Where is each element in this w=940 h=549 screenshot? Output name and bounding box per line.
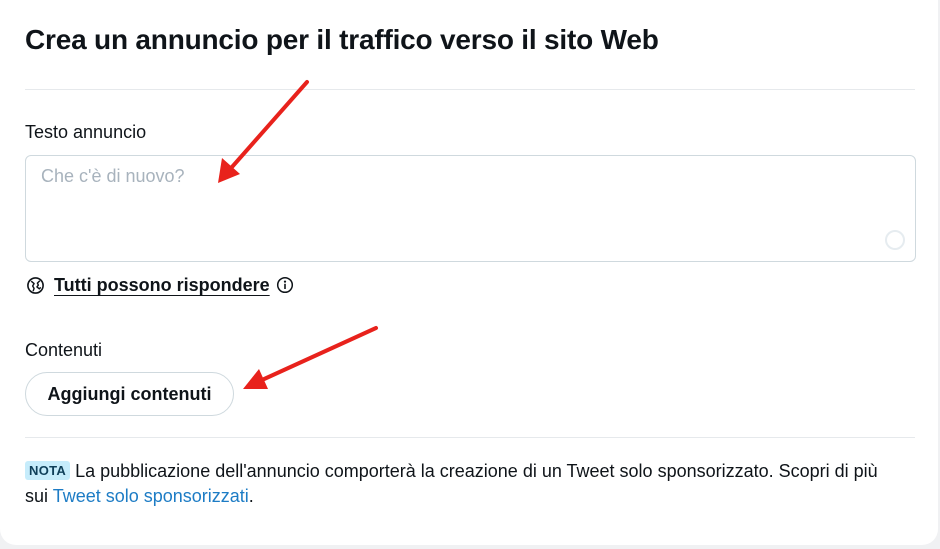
note-badge: NOTA [25,461,71,480]
ad-form-panel: Crea un annuncio per il traffico verso i… [0,0,938,545]
character-counter-icon [885,230,905,250]
sponsored-tweets-link[interactable]: Tweet solo sponsorizzati [53,486,249,506]
contents-label: Contenuti [25,340,103,360]
page-title: Crea un annuncio per il traffico verso i… [25,24,659,55]
section-divider [25,437,915,438]
globe-icon [26,276,45,295]
add-contents-button[interactable]: Aggiungi contenuti [25,372,234,416]
reply-settings-link[interactable]: Tutti possono rispondere [54,275,270,296]
ad-text-field-container [25,155,916,262]
note-end: . [248,486,254,506]
reply-settings: Tutti possono rispondere [26,273,294,297]
info-icon[interactable] [276,276,294,294]
ad-text-input[interactable] [41,166,861,226]
ad-text-label: Testo annuncio [25,122,147,142]
note-text: NOTA La pubblicazione dell'annuncio comp… [25,459,905,509]
header-divider [25,89,915,90]
